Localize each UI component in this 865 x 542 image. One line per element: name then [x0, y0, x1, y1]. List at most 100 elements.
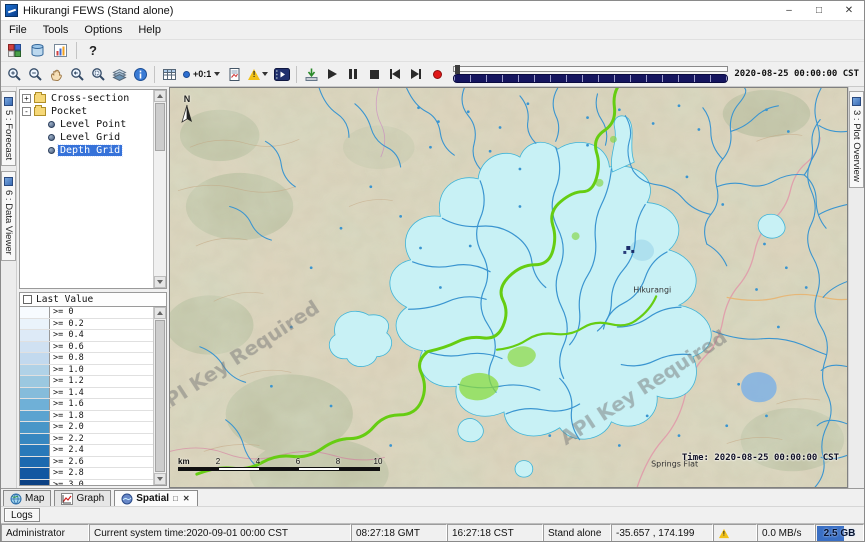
- time-interval-selector[interactable]: +0:1: [180, 64, 223, 84]
- legend-label: >= 2.0: [50, 422, 84, 433]
- legend-row[interactable]: >= 2.6: [20, 457, 153, 469]
- info-button[interactable]: [130, 64, 150, 84]
- node-dot-icon: [48, 147, 55, 154]
- timeline-track[interactable]: [453, 66, 728, 72]
- globe-icon: [10, 493, 22, 505]
- tree-expander-icon[interactable]: -: [22, 107, 31, 116]
- scroll-down-button[interactable]: [154, 276, 166, 288]
- legend-row[interactable]: >= 0: [20, 307, 153, 319]
- zoom-in-button[interactable]: [4, 64, 24, 84]
- legend-row[interactable]: >= 1.6: [20, 399, 153, 411]
- tree-row-depth-grid[interactable]: Depth Grid: [22, 144, 151, 157]
- menu-tools[interactable]: Tools: [35, 21, 77, 40]
- zoom-previous-button[interactable]: [67, 64, 87, 84]
- layers-button[interactable]: [109, 64, 129, 84]
- menu-options[interactable]: Options: [76, 21, 130, 40]
- scrollbar-thumb[interactable]: [155, 103, 165, 151]
- timeline-thumb[interactable]: [455, 65, 460, 74]
- tree-label[interactable]: Level Grid: [58, 132, 122, 143]
- zoom-out-button[interactable]: [25, 64, 45, 84]
- zoom-out-icon: [28, 67, 43, 82]
- zoom-extent-button[interactable]: [88, 64, 108, 84]
- animation-button[interactable]: [272, 64, 292, 84]
- warning-icon: [248, 69, 260, 80]
- legend-row[interactable]: >= 0.8: [20, 353, 153, 365]
- tab-graph[interactable]: Graph: [54, 490, 111, 506]
- legend-row[interactable]: >= 1.0: [20, 365, 153, 377]
- tree-row-cross-section[interactable]: + Cross-section: [22, 92, 151, 105]
- stop-button[interactable]: [364, 64, 384, 84]
- play-button[interactable]: [322, 64, 342, 84]
- legend-swatch: [20, 330, 50, 341]
- legend-swatch: [20, 422, 50, 433]
- legend-label: >= 1.6: [50, 399, 84, 410]
- tree-label-selected[interactable]: Depth Grid: [58, 145, 122, 156]
- map-canvas[interactable]: Hikurangi Springs Flat API Key Required …: [169, 87, 848, 488]
- maximize-button[interactable]: □: [804, 1, 834, 20]
- tree-row-pocket[interactable]: - Pocket: [22, 105, 151, 118]
- scroll-up-button[interactable]: [154, 307, 166, 319]
- scrollbar-thumb[interactable]: [155, 320, 165, 472]
- legend-row[interactable]: >= 2.8: [20, 468, 153, 480]
- timeline-bar[interactable]: [453, 74, 728, 83]
- profile-display-button[interactable]: [224, 64, 244, 84]
- legend-row[interactable]: >= 0.6: [20, 342, 153, 354]
- timeline-slider[interactable]: [453, 66, 728, 83]
- minimize-button[interactable]: –: [774, 1, 804, 20]
- tab-map[interactable]: Map: [3, 490, 51, 506]
- legend-row[interactable]: >= 0.4: [20, 330, 153, 342]
- zoom-previous-icon: [70, 67, 85, 82]
- warnings-button[interactable]: [245, 64, 271, 84]
- plot-overview-tab-icon: [852, 97, 861, 106]
- tab-spatial[interactable]: Spatial □ ✕: [114, 490, 197, 506]
- menu-file[interactable]: File: [1, 21, 35, 40]
- legend-row[interactable]: >= 2.2: [20, 434, 153, 446]
- logs-button[interactable]: Logs: [4, 508, 40, 522]
- document-icon: [227, 67, 242, 82]
- status-alerts[interactable]: [713, 524, 757, 542]
- legend-row[interactable]: >= 1.8: [20, 411, 153, 423]
- scale-unit: km: [178, 457, 190, 466]
- legend-label: >= 2.8: [50, 468, 84, 479]
- close-tab-icon[interactable]: ✕: [182, 494, 191, 503]
- last-value-checkbox[interactable]: [23, 295, 32, 304]
- legend-row[interactable]: >= 1.2: [20, 376, 153, 388]
- chart-display-button[interactable]: [50, 41, 70, 61]
- legend-row[interactable]: >= 0.2: [20, 319, 153, 331]
- north-arrow: N: [180, 94, 194, 127]
- step-forward-button[interactable]: [406, 64, 426, 84]
- step-back-button[interactable]: [385, 64, 405, 84]
- menu-help[interactable]: Help: [130, 21, 169, 40]
- scale-bar-segments: [178, 467, 380, 471]
- legend-row[interactable]: >= 2.0: [20, 422, 153, 434]
- legend-row[interactable]: >= 3.0: [20, 480, 153, 487]
- record-button[interactable]: [427, 64, 447, 84]
- tree-label[interactable]: Pocket: [49, 106, 89, 117]
- dock-tab-data-viewer[interactable]: 6 : Data Viewer: [1, 171, 16, 261]
- grid-display-button[interactable]: [159, 64, 179, 84]
- close-button[interactable]: ✕: [834, 1, 864, 20]
- main-toolbar: ?: [1, 40, 864, 62]
- scroll-up-button[interactable]: [154, 90, 166, 102]
- north-arrow-icon: [181, 104, 193, 124]
- dock-tab-forecast[interactable]: 5 : Forecast: [1, 91, 16, 166]
- help-button[interactable]: ?: [83, 41, 103, 61]
- scroll-down-button[interactable]: [154, 473, 166, 485]
- tree-label[interactable]: Cross-section: [49, 93, 131, 104]
- tree-expander-icon[interactable]: +: [22, 94, 31, 103]
- legend-swatch: [20, 319, 50, 330]
- database-viewer-button[interactable]: [27, 41, 47, 61]
- pause-button[interactable]: [343, 64, 363, 84]
- legend-row[interactable]: >= 1.4: [20, 388, 153, 400]
- tree-label[interactable]: Level Point: [58, 119, 128, 130]
- tree-row-level-grid[interactable]: Level Grid: [22, 131, 151, 144]
- undock-icon[interactable]: □: [172, 494, 179, 503]
- explorer-button[interactable]: [4, 41, 24, 61]
- pan-button[interactable]: [46, 64, 66, 84]
- legend-row[interactable]: >= 2.4: [20, 445, 153, 457]
- tree-row-level-point[interactable]: Level Point: [22, 118, 151, 131]
- tree-scrollbar[interactable]: [153, 90, 166, 288]
- export-animation-button[interactable]: [301, 64, 321, 84]
- legend-scrollbar[interactable]: [153, 307, 166, 485]
- dock-tab-plot-overview[interactable]: 3 : Plot Overview: [849, 91, 864, 188]
